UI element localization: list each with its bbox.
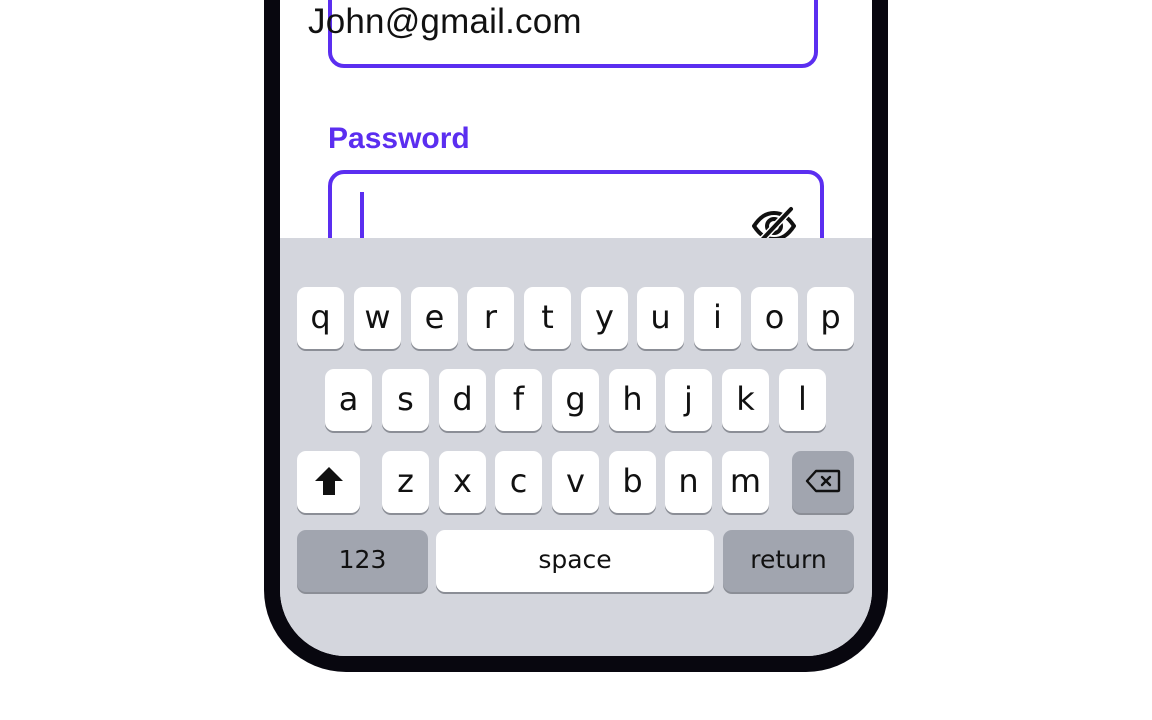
key-z[interactable]: z [382,451,429,513]
key-g[interactable]: g [552,369,599,431]
key-w[interactable]: w [354,287,401,349]
phone-frame: John@gmail.com Password q w e r t y u i … [264,0,888,672]
email-value: John@gmail.com [308,2,582,41]
password-label: Password [328,122,470,155]
return-key[interactable]: return [723,530,854,592]
key-x[interactable]: x [439,451,486,513]
phone-screen: John@gmail.com Password q w e r t y u i … [280,0,872,656]
key-u[interactable]: u [637,287,684,349]
key-s[interactable]: s [382,369,429,431]
numbers-key[interactable]: 123 [297,530,428,592]
key-r[interactable]: r [467,287,514,349]
app-viewport: John@gmail.com Password q w e r t y u i … [0,0,1152,720]
key-c[interactable]: c [495,451,542,513]
key-o[interactable]: o [751,287,798,349]
key-f[interactable]: f [495,369,542,431]
key-m[interactable]: m [722,451,769,513]
key-v[interactable]: v [552,451,599,513]
delete-key[interactable] [792,451,854,513]
key-t[interactable]: t [524,287,571,349]
key-q[interactable]: q [297,287,344,349]
key-d[interactable]: d [439,369,486,431]
key-h[interactable]: h [609,369,656,431]
shift-key[interactable] [297,451,360,513]
key-n[interactable]: n [665,451,712,513]
key-y[interactable]: y [581,287,628,349]
shift-arrow-icon [314,466,343,495]
key-b[interactable]: b [609,451,656,513]
key-p[interactable]: p [807,287,854,349]
key-i[interactable]: i [694,287,741,349]
key-l[interactable]: l [779,369,826,431]
key-e[interactable]: e [411,287,458,349]
space-key[interactable]: space [436,530,714,592]
on-screen-keyboard: q w e r t y u i o p a s d f g h j k l z … [280,238,872,656]
key-a[interactable]: a [325,369,372,431]
key-j[interactable]: j [665,369,712,431]
backspace-icon [805,469,841,492]
key-k[interactable]: k [722,369,769,431]
